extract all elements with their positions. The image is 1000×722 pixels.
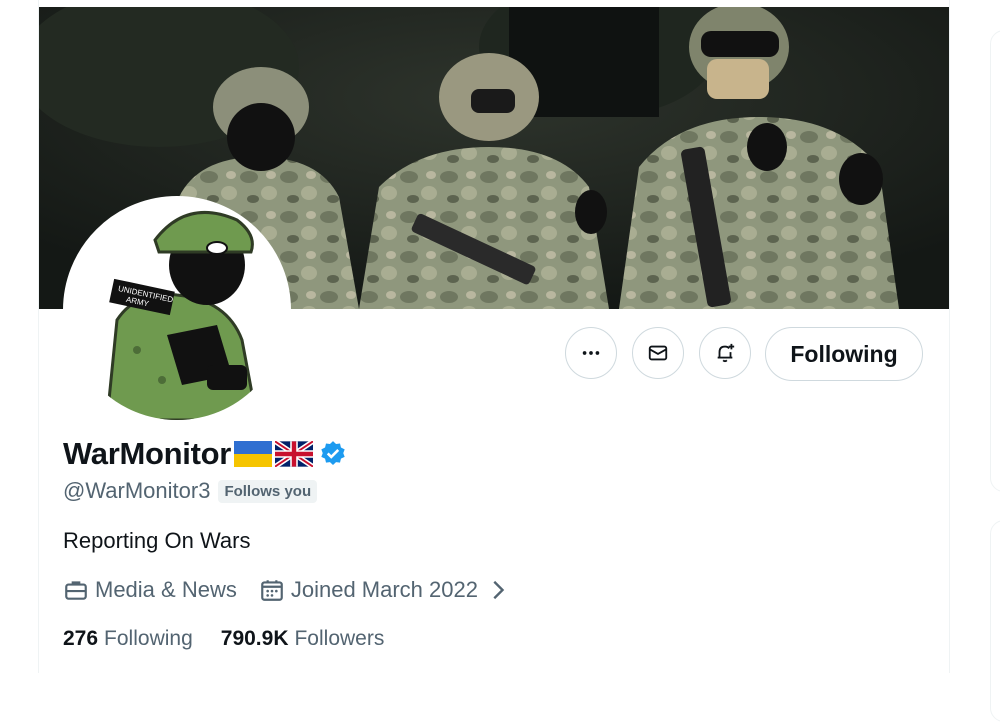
following-label: Following	[104, 627, 193, 650]
followers-stat[interactable]: 790.9K Followers	[221, 627, 385, 651]
ukraine-flag-icon	[234, 441, 273, 467]
calendar-icon	[261, 580, 283, 601]
display-name: WarMonitor	[63, 436, 232, 471]
uk-flag-icon	[275, 441, 314, 467]
followers-count: 790.9K	[220, 627, 289, 650]
following-count: 276	[63, 627, 99, 650]
following-button[interactable]: Following	[765, 327, 923, 381]
followers-label: Followers	[294, 627, 385, 650]
notify-icon	[717, 343, 735, 363]
right-panel-card-lower	[990, 520, 1000, 722]
joined-label: Joined March 2022	[290, 577, 478, 602]
profile-column: UNIDENTIFIED ARMY Following WarMonitor @…	[38, 0, 950, 673]
handle: @WarMonitor3	[63, 478, 211, 503]
category-item: Media & News	[63, 577, 237, 603]
chevron-right-icon[interactable]	[486, 577, 512, 603]
avatar-image: UNIDENTIFIED ARMY	[67, 200, 287, 420]
follows-you-badge: Follows you	[218, 479, 318, 503]
more-button[interactable]	[565, 327, 617, 379]
bio: Reporting On Wars	[63, 528, 251, 553]
notify-button[interactable]	[699, 327, 751, 379]
profile-avatar[interactable]: UNIDENTIFIED ARMY	[63, 196, 291, 424]
following-stat[interactable]: 276 Following	[63, 627, 193, 651]
briefcase-icon	[65, 581, 87, 600]
handle-row: @WarMonitor3 Follows you	[63, 478, 318, 504]
joined-item[interactable]: Joined March 2022	[259, 577, 518, 603]
category-label: Media & News	[95, 577, 237, 602]
profile-meta: Media & News Joined March 2022	[63, 577, 518, 603]
message-button[interactable]	[632, 327, 684, 379]
follow-stats: 276 Following 790.9K Followers	[63, 627, 412, 651]
right-panel-card	[990, 30, 1000, 492]
display-name-row: WarMonitor	[63, 436, 347, 472]
verified-badge-icon[interactable]	[319, 440, 347, 468]
message-icon	[648, 345, 668, 361]
more-icon	[582, 351, 600, 355]
